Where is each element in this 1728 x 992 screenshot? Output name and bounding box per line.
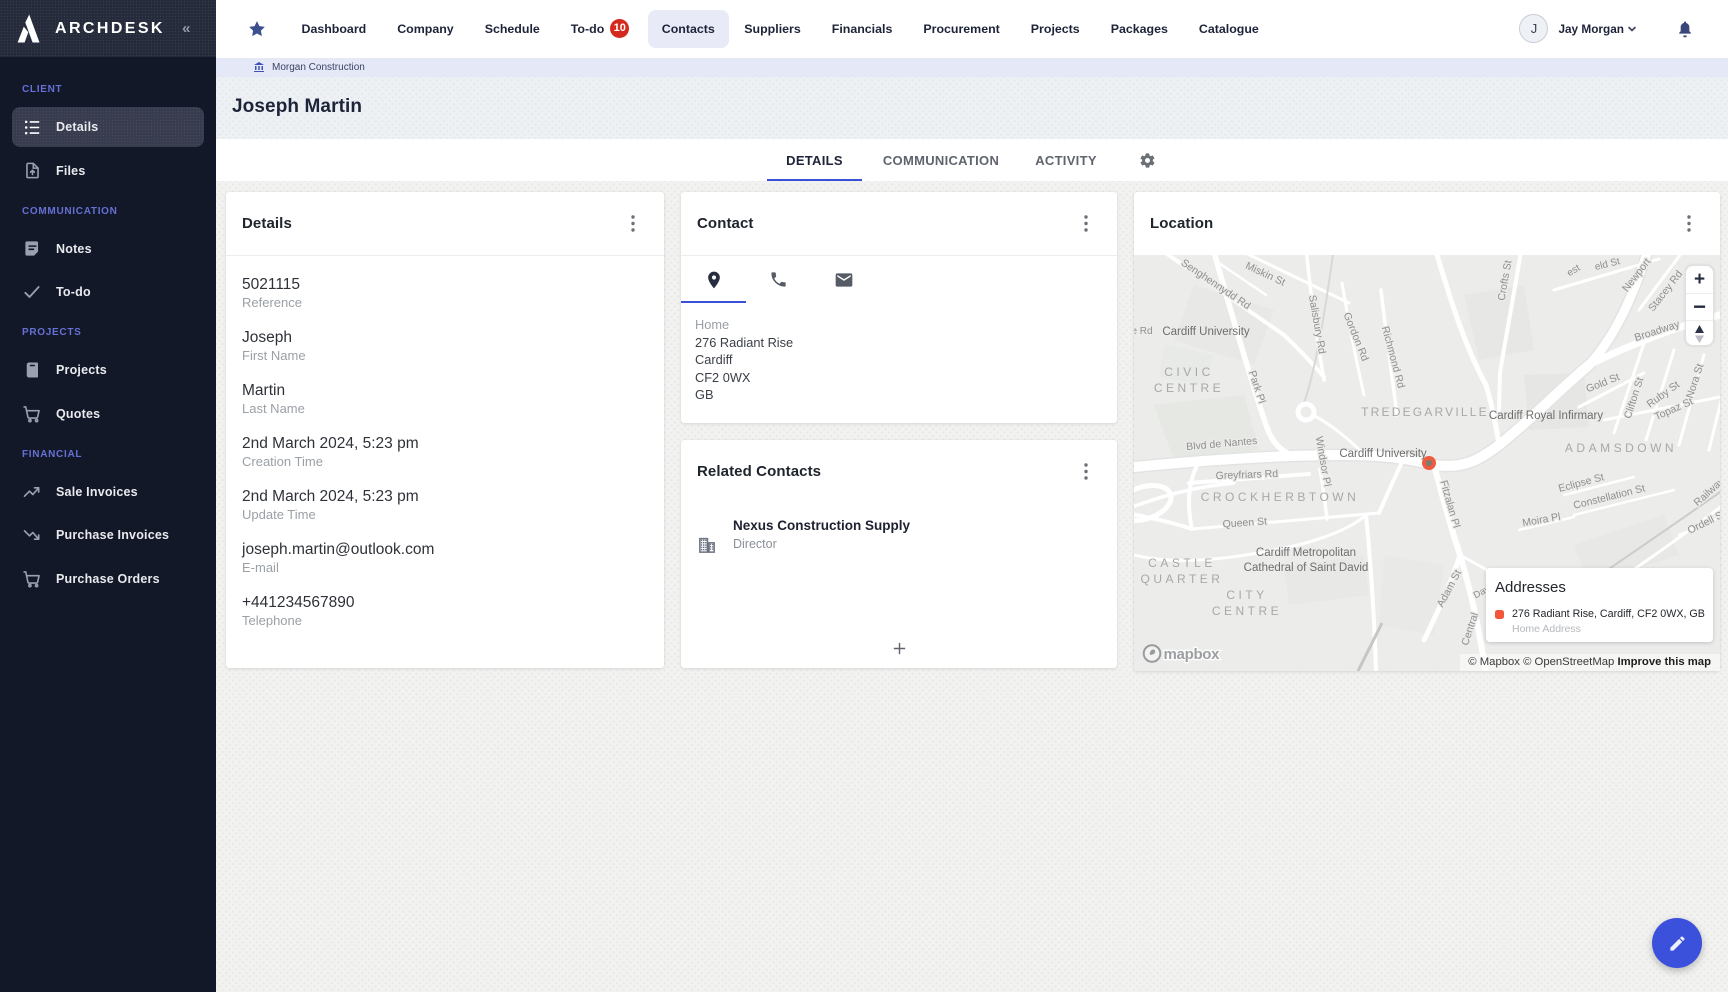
svg-text:mapbox: mapbox	[1164, 646, 1221, 663]
svg-text:QUARTER: QUARTER	[1141, 572, 1224, 586]
svg-text:e Rd: e Rd	[1134, 326, 1153, 337]
svg-text:ADAMSDOWN: ADAMSDOWN	[1565, 441, 1677, 455]
svg-text:Greyfriars Rd: Greyfriars Rd	[1215, 468, 1278, 482]
svg-text:CITY: CITY	[1226, 588, 1267, 602]
svg-text:Cathedral of Saint David: Cathedral of Saint David	[1244, 562, 1369, 574]
svg-text:TREDEGARVILLE: TREDEGARVILLE	[1361, 405, 1489, 419]
svg-text:CASTLE: CASTLE	[1148, 556, 1216, 570]
svg-text:CIVIC: CIVIC	[1164, 365, 1214, 379]
svg-text:CENTRE: CENTRE	[1212, 604, 1282, 618]
svg-text:CENTRE: CENTRE	[1154, 381, 1224, 395]
svg-text:Cardiff Metropolitan: Cardiff Metropolitan	[1256, 547, 1356, 559]
svg-text:Cardiff Royal Infirmary: Cardiff Royal Infirmary	[1489, 410, 1603, 422]
svg-text:Cardiff University: Cardiff University	[1162, 326, 1250, 338]
svg-text:CROCKHERBTOWN: CROCKHERBTOWN	[1201, 490, 1360, 504]
svg-text:Cardiff University: Cardiff University	[1339, 448, 1427, 460]
